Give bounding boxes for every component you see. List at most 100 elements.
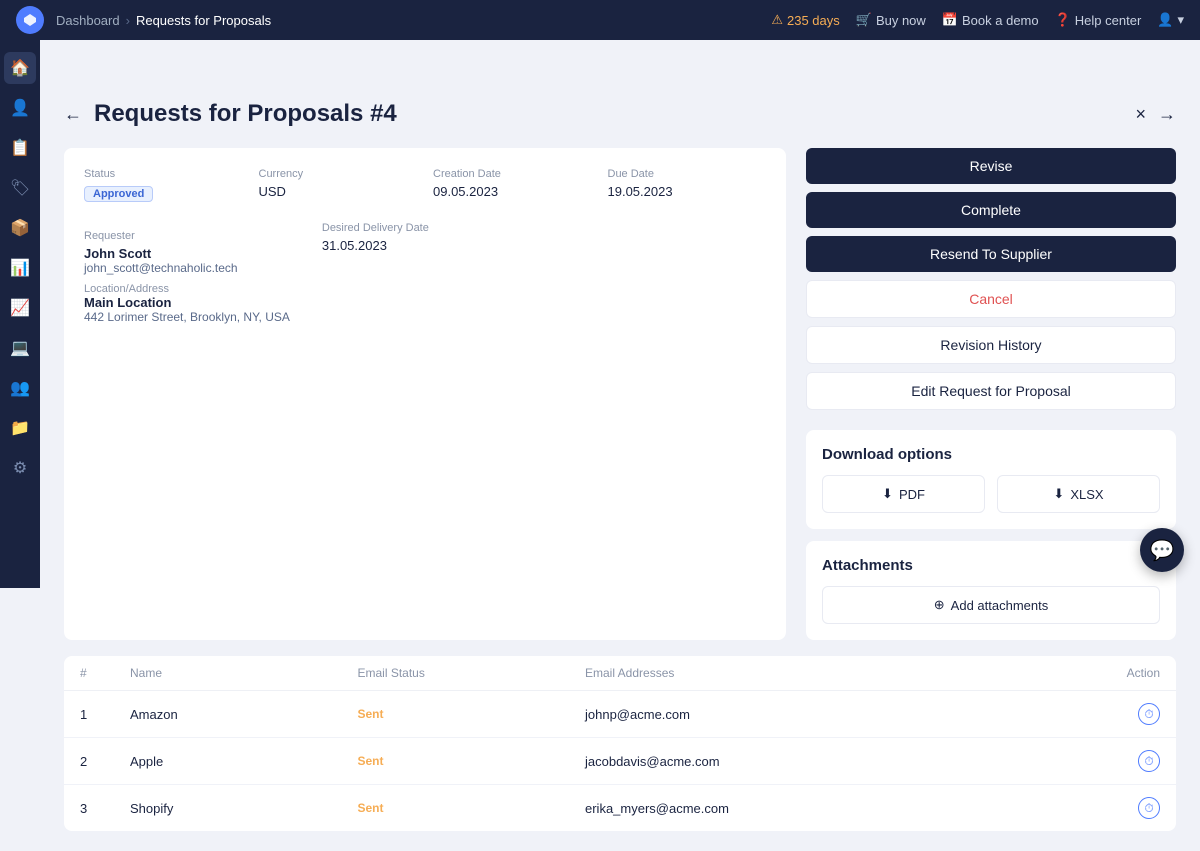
help-icon: ❓ xyxy=(1055,12,1071,28)
sidebar-item-tags[interactable]: 🏷 xyxy=(4,172,36,204)
sidebar-item-proposals[interactable]: 📋 xyxy=(4,132,36,164)
attachments-title: Attachments xyxy=(822,557,1160,574)
left-panel: Status Approved Currency USD Creation Da… xyxy=(64,148,786,640)
sidebar-item-home[interactable]: 🏠 xyxy=(4,52,36,84)
creation-date-group: Creation Date 09.05.2023 xyxy=(433,168,592,202)
requester-delivery-row: Requester John Scott john_scott@technaho… xyxy=(84,222,766,324)
due-date-value: 19.05.2023 xyxy=(608,184,767,199)
col-action: Action xyxy=(1040,666,1160,680)
cell-email: erika_myers@acme.com xyxy=(585,801,1040,816)
download-title: Download options xyxy=(822,446,1160,463)
download-section: Download options ⬇ PDF ⬇ XLSX xyxy=(806,430,1176,529)
sidebar-item-monitor[interactable]: 💻 xyxy=(4,332,36,364)
requester-email: john_scott@technaholic.tech xyxy=(84,261,290,275)
sidebar-item-team[interactable]: 👥 xyxy=(4,372,36,404)
pdf-download-button[interactable]: ⬇ PDF xyxy=(822,475,985,513)
close-button[interactable]: × xyxy=(1135,104,1146,125)
location-address: 442 Lorimer Street, Brooklyn, NY, USA xyxy=(84,310,290,324)
user-menu-button[interactable]: 👤 ▾ xyxy=(1157,12,1184,28)
cancel-button[interactable]: Cancel xyxy=(806,280,1176,318)
next-button[interactable]: → xyxy=(1158,104,1176,125)
content-wrapper: Status Approved Currency USD Creation Da… xyxy=(64,148,1176,640)
attachments-section: Attachments ⊕ Add attachments xyxy=(806,541,1176,640)
top-nav: Dashboard › Requests for Proposals ⚠ 235… xyxy=(0,0,1200,40)
table-row: 3 Shopify Sent erika_myers@acme.com ⏱ xyxy=(64,785,1176,831)
action-icon-3[interactable]: ⏱ xyxy=(1138,797,1160,819)
sidebar: 🏠 👤 📋 🏷 📦 📊 📈 💻 👥 📁 ⚙ xyxy=(0,40,40,588)
cell-name: Amazon xyxy=(130,707,358,722)
cell-name: Shopify xyxy=(130,801,358,816)
cell-name: Apple xyxy=(130,754,358,769)
action-buttons: Revise Complete Resend To Supplier Cance… xyxy=(806,148,1176,418)
location-label: Location/Address xyxy=(84,283,290,295)
user-icon: 👤 xyxy=(1157,12,1173,28)
xlsx-download-button[interactable]: ⬇ XLSX xyxy=(997,475,1160,513)
revise-button[interactable]: Revise xyxy=(806,148,1176,184)
download-buttons: ⬇ PDF ⬇ XLSX xyxy=(822,475,1160,513)
cell-number: 1 xyxy=(80,707,130,722)
cell-action: ⏱ xyxy=(1040,703,1160,725)
sidebar-item-packages[interactable]: 📦 xyxy=(4,212,36,244)
cell-email: jacobdavis@acme.com xyxy=(585,754,1040,769)
location-name: Main Location xyxy=(84,295,290,310)
trial-warning[interactable]: ⚠ 235 days xyxy=(771,12,839,28)
chat-icon: 💬 xyxy=(1150,538,1175,563)
action-icon-1[interactable]: ⏱ xyxy=(1138,703,1160,725)
status-group: Status Approved xyxy=(84,168,243,202)
delivery-date-value: 31.05.2023 xyxy=(322,238,429,253)
calendar-icon: 📅 xyxy=(942,12,958,28)
col-email-addresses: Email Addresses xyxy=(585,666,1040,680)
cell-email-status: Sent xyxy=(358,707,586,721)
suppliers-table: # Name Email Status Email Addresses Acti… xyxy=(64,656,1176,831)
resend-supplier-button[interactable]: Resend To Supplier xyxy=(806,236,1176,272)
page-header-actions: × → xyxy=(1135,104,1176,125)
warning-icon: ⚠ xyxy=(771,12,783,28)
table-row: 2 Apple Sent jacobdavis@acme.com ⏱ xyxy=(64,738,1176,785)
currency-group: Currency USD xyxy=(259,168,418,202)
delivery-date-label: Desired Delivery Date xyxy=(322,222,429,234)
table-body: 1 Amazon Sent johnp@acme.com ⏱ 2 Apple S… xyxy=(64,691,1176,831)
sidebar-item-settings[interactable]: ⚙ xyxy=(4,452,36,484)
due-date-label: Due Date xyxy=(608,168,767,180)
cart-icon: 🛒 xyxy=(856,12,872,28)
breadcrumb: Dashboard › Requests for Proposals xyxy=(56,13,271,28)
cell-email-status: Sent xyxy=(358,754,586,768)
download-icon-pdf: ⬇ xyxy=(882,486,893,502)
due-date-group: Due Date 19.05.2023 xyxy=(608,168,767,202)
sidebar-item-analytics[interactable]: 📈 xyxy=(4,292,36,324)
cell-action: ⏱ xyxy=(1040,750,1160,772)
edit-request-button[interactable]: Edit Request for Proposal xyxy=(806,372,1176,410)
status-label: Status xyxy=(84,168,243,180)
delivery-section: Desired Delivery Date 31.05.2023 xyxy=(322,222,429,324)
chevron-down-icon: ▾ xyxy=(1177,12,1184,28)
help-center-button[interactable]: ❓ Help center xyxy=(1055,12,1142,28)
info-grid: Status Approved Currency USD Creation Da… xyxy=(84,168,766,202)
col-email-status: Email Status xyxy=(358,666,586,680)
chat-bubble[interactable]: 💬 xyxy=(1140,528,1184,572)
sidebar-item-files[interactable]: 📁 xyxy=(4,412,36,444)
currency-label: Currency xyxy=(259,168,418,180)
creation-date-label: Creation Date xyxy=(433,168,592,180)
requester-section: Requester John Scott john_scott@technaho… xyxy=(84,230,290,324)
requester-label: Requester xyxy=(84,230,290,242)
page-header: ← Requests for Proposals #4 × → xyxy=(64,100,1176,128)
sidebar-item-users[interactable]: 👤 xyxy=(4,92,36,124)
table-header: # Name Email Status Email Addresses Acti… xyxy=(64,656,1176,691)
cell-action: ⏱ xyxy=(1040,797,1160,819)
revision-history-button[interactable]: Revision History xyxy=(806,326,1176,364)
add-icon: ⊕ xyxy=(934,597,945,613)
logo[interactable] xyxy=(16,6,44,34)
buy-now-button[interactable]: 🛒 Buy now xyxy=(856,12,926,28)
cell-email-status: Sent xyxy=(358,801,586,815)
book-demo-button[interactable]: 📅 Book a demo xyxy=(942,12,1039,28)
sidebar-item-charts[interactable]: 📊 xyxy=(4,252,36,284)
status-badge: Approved xyxy=(84,186,153,202)
complete-button[interactable]: Complete xyxy=(806,192,1176,228)
breadcrumb-current: Requests for Proposals xyxy=(136,13,271,28)
cell-number: 2 xyxy=(80,754,130,769)
table-row: 1 Amazon Sent johnp@acme.com ⏱ xyxy=(64,691,1176,738)
action-icon-2[interactable]: ⏱ xyxy=(1138,750,1160,772)
add-attachments-button[interactable]: ⊕ Add attachments xyxy=(822,586,1160,624)
right-panel: Revise Complete Resend To Supplier Cance… xyxy=(806,148,1176,640)
back-button[interactable]: ← xyxy=(64,104,82,125)
